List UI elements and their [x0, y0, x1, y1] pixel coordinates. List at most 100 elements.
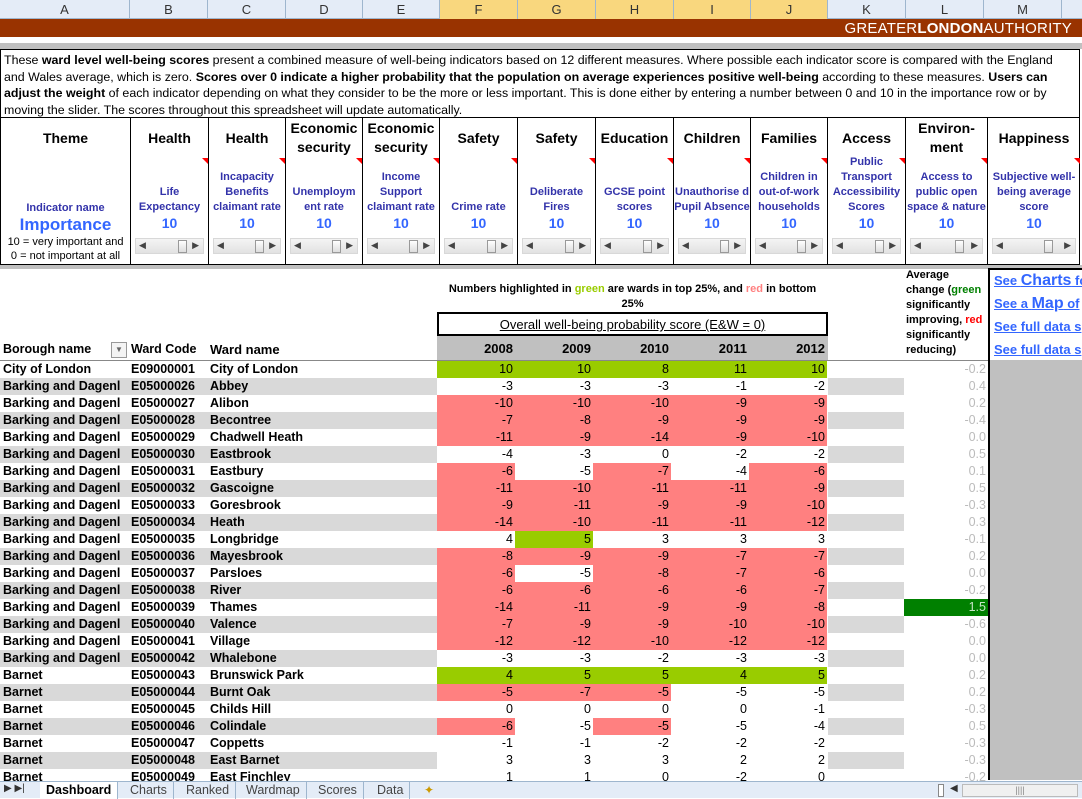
nav-link[interactable]: See full data s: [990, 316, 1082, 339]
score-cell[interactable]: -9: [515, 429, 593, 446]
slider-thumb[interactable]: [408, 240, 418, 253]
score-cell[interactable]: 8: [593, 361, 671, 378]
filter-dropdown-button[interactable]: ▼: [111, 342, 127, 358]
importance-value-input[interactable]: 10: [440, 215, 517, 231]
score-cell[interactable]: -1: [749, 701, 827, 718]
average-change-cell[interactable]: -0.3: [904, 735, 988, 752]
ward-code-cell[interactable]: E05000039: [131, 599, 209, 616]
column-header-m[interactable]: M: [984, 0, 1062, 19]
score-cell[interactable]: -6: [437, 582, 515, 599]
score-cell[interactable]: -5: [515, 718, 593, 735]
importance-value-input[interactable]: 10: [596, 215, 673, 231]
comment-indicator-icon[interactable]: [279, 158, 285, 164]
ward-name-cell[interactable]: Burnt Oak: [210, 684, 435, 701]
score-cell[interactable]: -9: [515, 548, 593, 565]
importance-value-input[interactable]: 10: [988, 215, 1080, 231]
importance-slider[interactable]: ◀ ▶: [290, 238, 358, 254]
score-cell[interactable]: -10: [749, 429, 827, 446]
slider-right-arrow-icon[interactable]: ▶: [501, 240, 508, 251]
score-cell[interactable]: -11: [671, 514, 749, 531]
slider-right-arrow-icon[interactable]: ▶: [579, 240, 586, 251]
slider-right-arrow-icon[interactable]: ▶: [657, 240, 664, 251]
importance-value-input[interactable]: 10: [518, 215, 595, 231]
ward-name-cell[interactable]: Brunswick Park: [210, 667, 435, 684]
score-cell[interactable]: -11: [593, 480, 671, 497]
score-cell[interactable]: -9: [671, 497, 749, 514]
borough-cell[interactable]: Barking and Dagenl: [3, 514, 131, 531]
ward-code-cell[interactable]: E05000045: [131, 701, 209, 718]
borough-cell[interactable]: Barking and Dagenl: [3, 395, 131, 412]
slider-thumb[interactable]: [1043, 240, 1053, 253]
score-cell[interactable]: -9: [671, 599, 749, 616]
importance-slider[interactable]: ◀ ▶: [367, 238, 435, 254]
average-change-cell[interactable]: -0.1: [904, 531, 988, 548]
comment-indicator-icon[interactable]: [1074, 158, 1080, 164]
column-header-i[interactable]: I: [674, 0, 751, 19]
score-cell[interactable]: -6: [593, 582, 671, 599]
slider-right-arrow-icon[interactable]: ▶: [346, 240, 353, 251]
borough-cell[interactable]: Barking and Dagenl: [3, 463, 131, 480]
slider-left-arrow-icon[interactable]: ◀: [604, 240, 611, 251]
sheet-tab-wardmap[interactable]: Wardmap: [240, 782, 307, 799]
borough-cell[interactable]: Barking and Dagenl: [3, 497, 131, 514]
column-header-k[interactable]: K: [828, 0, 906, 19]
ward-name-cell[interactable]: Childs Hill: [210, 701, 435, 718]
column-header-e[interactable]: E: [363, 0, 440, 19]
slider-thumb[interactable]: [719, 240, 729, 253]
ward-name-cell[interactable]: Alibon: [210, 395, 435, 412]
comment-indicator-icon[interactable]: [744, 158, 750, 164]
average-change-cell[interactable]: 0.1: [904, 463, 988, 480]
ward-name-cell[interactable]: Heath: [210, 514, 435, 531]
score-cell[interactable]: 3: [437, 752, 515, 769]
slider-left-arrow-icon[interactable]: ◀: [371, 240, 378, 251]
score-cell[interactable]: -2: [749, 446, 827, 463]
score-cell[interactable]: -10: [749, 497, 827, 514]
slider-left-arrow-icon[interactable]: ◀: [682, 240, 689, 251]
score-cell[interactable]: 10: [749, 361, 827, 378]
average-change-cell[interactable]: 0.2: [904, 548, 988, 565]
importance-slider[interactable]: ◀ ▶: [444, 238, 513, 254]
score-cell[interactable]: 2: [671, 752, 749, 769]
borough-cell[interactable]: Barnet: [3, 667, 131, 684]
score-cell[interactable]: -9: [593, 616, 671, 633]
ward-code-cell[interactable]: E05000034: [131, 514, 209, 531]
score-cell[interactable]: -9: [671, 395, 749, 412]
score-cell[interactable]: -5: [593, 684, 671, 701]
score-cell[interactable]: -9: [437, 497, 515, 514]
score-cell[interactable]: -8: [749, 599, 827, 616]
score-cell[interactable]: 3: [515, 752, 593, 769]
sheet-tab-charts[interactable]: Charts: [124, 782, 174, 799]
ward-name-cell[interactable]: Colindale: [210, 718, 435, 735]
importance-slider[interactable]: ◀ ▶: [678, 238, 746, 254]
nav-link[interactable]: See Charts fo: [990, 270, 1082, 293]
column-header-h[interactable]: H: [596, 0, 674, 19]
borough-cell[interactable]: Barking and Dagenl: [3, 531, 131, 548]
sheet-tab-dashboard[interactable]: Dashboard: [40, 782, 119, 799]
ward-code-cell[interactable]: E05000040: [131, 616, 209, 633]
score-cell[interactable]: -14: [437, 514, 515, 531]
average-change-cell[interactable]: -0.4: [904, 412, 988, 429]
score-cell[interactable]: 0: [671, 701, 749, 718]
score-cell[interactable]: -5: [749, 684, 827, 701]
ward-code-cell[interactable]: E05000037: [131, 565, 209, 582]
score-cell[interactable]: -9: [749, 395, 827, 412]
score-cell[interactable]: -11: [515, 497, 593, 514]
comment-indicator-icon[interactable]: [433, 158, 439, 164]
slider-right-arrow-icon[interactable]: ▶: [423, 240, 430, 251]
score-cell[interactable]: -7: [749, 582, 827, 599]
score-cell[interactable]: -8: [515, 412, 593, 429]
score-cell[interactable]: 5: [515, 531, 593, 548]
average-change-cell[interactable]: 0.4: [904, 378, 988, 395]
score-cell[interactable]: 3: [593, 752, 671, 769]
score-cell[interactable]: 4: [437, 531, 515, 548]
score-cell[interactable]: 4: [671, 667, 749, 684]
ward-name-cell[interactable]: Gascoigne: [210, 480, 435, 497]
score-cell[interactable]: -3: [671, 650, 749, 667]
score-cell[interactable]: 2: [749, 752, 827, 769]
average-change-cell[interactable]: 0.2: [904, 667, 988, 684]
score-cell[interactable]: -9: [671, 412, 749, 429]
average-change-cell[interactable]: -0.3: [904, 752, 988, 769]
score-cell[interactable]: -3: [593, 378, 671, 395]
slider-right-arrow-icon[interactable]: ▶: [734, 240, 741, 251]
score-cell[interactable]: -6: [437, 463, 515, 480]
